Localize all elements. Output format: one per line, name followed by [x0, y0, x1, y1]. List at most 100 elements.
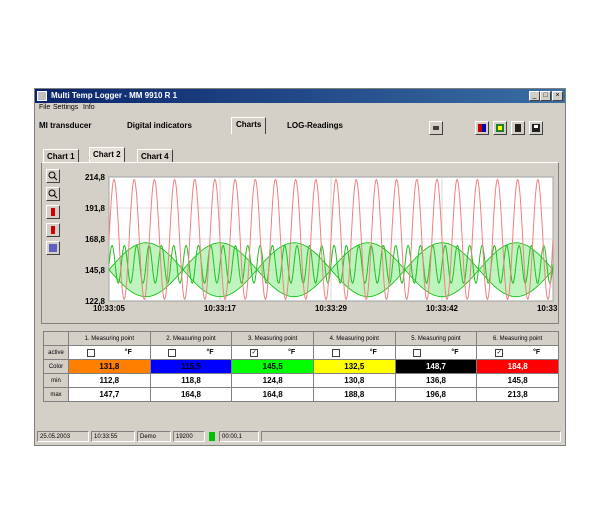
temperature-chart[interactable]: 214,8191,8168,8145,8122,810:33:05 10:33:1… [73, 171, 557, 321]
reset-zoom-icon [49, 244, 57, 252]
unit-label: °F [124, 349, 132, 357]
current-value: 132,5 [312, 359, 396, 374]
min-value: 136,8 [394, 373, 478, 388]
chart-tabs: Chart 1 Chart 2 Chart 4 [43, 147, 343, 163]
tab-chart-2[interactable]: Chart 2 [89, 147, 125, 163]
tab-digital-indicators[interactable]: Digital indicators [127, 119, 192, 133]
status-bar: 25.05.2003 10:33:55 Demo 19200 00:00,1 [37, 431, 563, 443]
status-elapsed: 00:00,1 [219, 431, 259, 442]
max-value: 164,8 [149, 387, 233, 402]
active-cell[interactable]: ✓ °F [476, 345, 559, 360]
settings-button[interactable] [429, 121, 443, 135]
app-window: Multi Temp Logger - MM 9910 R 1 _ □ × Fi… [34, 88, 566, 446]
marker-button-2[interactable] [46, 223, 60, 237]
active-cell[interactable]: °F [149, 345, 233, 360]
column-header: 6. Measuring point [476, 331, 559, 346]
active-checkbox[interactable] [413, 348, 422, 357]
connect-icon [478, 124, 486, 132]
min-value: 145,8 [476, 373, 559, 388]
current-value: 131,8 [68, 359, 151, 374]
max-value: 164,8 [231, 387, 314, 402]
column-header: 5. Measuring point [394, 331, 478, 346]
min-value: 124,8 [231, 373, 314, 388]
save-button[interactable] [529, 121, 543, 135]
x-tick-label: 10:33:05 [93, 304, 126, 313]
corner-cell [43, 331, 69, 346]
min-value: 112,8 [68, 373, 151, 388]
unit-label: °F [533, 349, 541, 357]
active-cell[interactable]: ✓ °F [231, 345, 314, 360]
menu-settings[interactable]: Settings [53, 104, 78, 111]
stop-button[interactable] [493, 121, 507, 135]
zoom-out-button[interactable] [46, 187, 60, 201]
zoom-out-icon [48, 189, 58, 199]
x-tick-label: 10:33:42 [426, 304, 459, 313]
measuring-points-table: 1. Measuring point 2. Measuring point 3.… [43, 331, 559, 419]
zoom-in-icon [48, 171, 58, 181]
tab-chart-1[interactable]: Chart 1 [43, 149, 79, 163]
row-label-min: min [43, 373, 69, 388]
column-header: 2. Measuring point [149, 331, 233, 346]
y-tick-label: 145,8 [85, 266, 106, 275]
menu-file[interactable]: File [39, 104, 50, 111]
minimize-button[interactable]: _ [529, 91, 540, 101]
y-tick-label: 214,8 [85, 173, 106, 182]
print-button[interactable] [511, 121, 525, 135]
tab-chart-4[interactable]: Chart 4 [137, 149, 173, 163]
column-header: 3. Measuring point [231, 331, 314, 346]
app-icon [37, 91, 47, 101]
status-count: 19200 [173, 431, 205, 442]
tab-charts[interactable]: Charts [231, 117, 267, 134]
x-tick-label: 10:33:54 [537, 304, 557, 313]
row-label-max: max [43, 387, 69, 402]
current-value: 184,8 [476, 359, 559, 374]
tab-log-readings[interactable]: LOG-Readings [287, 119, 343, 133]
status-state: Demo [137, 431, 171, 442]
active-cell[interactable]: °F [68, 345, 151, 360]
max-value: 188,8 [312, 387, 396, 402]
active-checkbox[interactable]: ✓ [495, 348, 504, 357]
y-tick-label: 191,8 [85, 204, 106, 213]
column-header: 1. Measuring point [68, 331, 151, 346]
unit-label: °F [288, 349, 296, 357]
status-time: 10:33:55 [91, 431, 135, 442]
unit-label: °F [206, 349, 214, 357]
active-checkbox[interactable]: ✓ [250, 348, 259, 357]
column-header: 4. Measuring point [312, 331, 396, 346]
active-cell[interactable]: °F [312, 345, 396, 360]
marker-red-icon [51, 208, 55, 216]
active-checkbox[interactable] [86, 348, 95, 357]
active-cell[interactable]: °F [394, 345, 478, 360]
menu-info[interactable]: Info [83, 104, 95, 111]
save-icon [532, 124, 540, 132]
marker-button[interactable] [46, 205, 60, 219]
unit-label: °F [369, 349, 377, 357]
window-title: Multi Temp Logger - MM 9910 R 1 [51, 91, 178, 100]
row-label-color: Color [43, 359, 69, 374]
status-empty [261, 431, 561, 442]
menu-bar: File Settings Info [35, 104, 565, 114]
connect-button[interactable] [475, 121, 489, 135]
min-value: 130,8 [312, 373, 396, 388]
y-tick-label: 168,8 [85, 235, 106, 244]
stop-icon [496, 124, 504, 132]
current-value: 115,5 [149, 359, 233, 374]
close-button[interactable]: × [552, 91, 563, 101]
status-indicator [209, 432, 215, 441]
reset-zoom-button[interactable] [46, 241, 60, 255]
title-bar[interactable]: Multi Temp Logger - MM 9910 R 1 _ □ × [35, 89, 565, 103]
active-checkbox[interactable] [331, 348, 340, 357]
x-tick-label: 10:33:29 [315, 304, 348, 313]
x-tick-label: 10:33:17 [204, 304, 237, 313]
unit-label: °F [451, 349, 459, 357]
current-value: 148,7 [394, 359, 478, 374]
row-label-active: active [43, 345, 69, 360]
max-value: 213,8 [476, 387, 559, 402]
active-checkbox[interactable] [168, 348, 177, 357]
zoom-in-button[interactable] [46, 169, 60, 183]
status-date: 25.05.2003 [37, 431, 89, 442]
maximize-button[interactable]: □ [540, 91, 551, 101]
print-icon [515, 124, 521, 132]
tab-mi-transducer[interactable]: MI transducer [39, 119, 91, 133]
current-value: 145,5 [231, 359, 314, 374]
